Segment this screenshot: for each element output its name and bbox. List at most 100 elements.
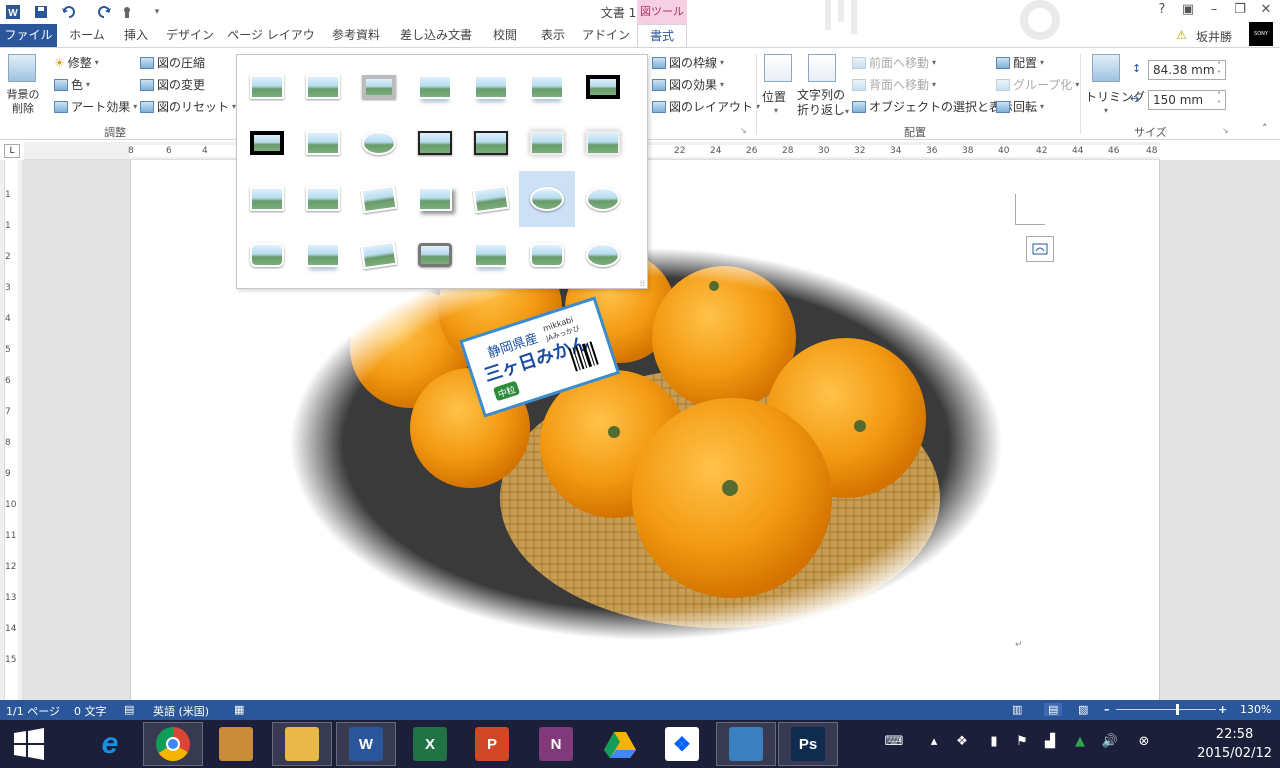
tab-insert[interactable]: 挿入 — [116, 24, 156, 48]
show-hidden-icons[interactable]: ▴ — [924, 734, 944, 754]
crop-dropdown-icon[interactable]: ▾ — [1104, 106, 1108, 115]
close-circle-icon[interactable]: ⊗ — [1134, 734, 1154, 754]
picture-style-option[interactable] — [519, 171, 575, 227]
minimize-button[interactable]: – — [1204, 2, 1224, 17]
picture-style-option[interactable] — [575, 115, 631, 171]
picture-style-option[interactable] — [463, 171, 519, 227]
zoom-out-button[interactable]: – — [1104, 703, 1110, 716]
picture-style-option[interactable] — [239, 171, 295, 227]
size-launcher-icon[interactable]: ↘ — [1222, 126, 1229, 135]
read-mode-icon[interactable]: ▥ — [1012, 703, 1022, 716]
tab-addins[interactable]: アドイン — [580, 24, 632, 48]
taskbar-photos[interactable] — [716, 722, 776, 766]
taskbar-dropbox[interactable]: ❖ — [652, 722, 712, 766]
selection-pane-button[interactable]: オブジェクトの選択と表示 — [852, 98, 1013, 115]
wrap-text-button[interactable]: 文字列の 折り返し▾ — [797, 88, 849, 119]
height-input[interactable]: 84.38 mm ˄ ˅ — [1148, 60, 1226, 80]
tab-selector[interactable]: L — [4, 144, 20, 158]
tab-review[interactable]: 校閲 — [484, 24, 526, 48]
picture-style-option[interactable] — [519, 59, 575, 115]
taskbar-powerpoint[interactable]: P — [462, 722, 522, 766]
picture-style-option[interactable] — [295, 115, 351, 171]
zoom-level[interactable]: 130% — [1240, 703, 1271, 716]
taskbar-chrome[interactable] — [143, 722, 203, 766]
taskbar-onenote[interactable]: N — [526, 722, 586, 766]
taskbar-photoshop[interactable]: Ps — [778, 722, 838, 766]
zoom-slider[interactable] — [1116, 709, 1216, 710]
taskbar-explorer[interactable] — [272, 722, 332, 766]
picture-style-option[interactable] — [239, 59, 295, 115]
word-count[interactable]: 0 文字 — [74, 703, 107, 719]
print-layout-icon[interactable]: ▤ — [1044, 703, 1063, 716]
user-avatar[interactable]: SONY — [1249, 22, 1273, 46]
align-button[interactable]: 配置 ▾ — [996, 54, 1044, 71]
picture-style-option[interactable] — [351, 115, 407, 171]
page-count[interactable]: 1/1 ページ — [6, 703, 60, 719]
picture-style-option[interactable] — [407, 115, 463, 171]
picture-style-option[interactable] — [239, 227, 295, 283]
help-button[interactable]: ? — [1152, 2, 1172, 17]
drive-tray-icon[interactable]: ▲ — [1070, 734, 1090, 754]
tab-view[interactable]: 表示 — [532, 24, 574, 48]
position-button[interactable]: 位置 — [762, 88, 786, 105]
remove-background-icon[interactable] — [8, 54, 36, 82]
layout-options-icon[interactable] — [1026, 236, 1054, 262]
send-backward-button[interactable]: 背面へ移動 ▾ — [852, 76, 936, 93]
remove-background-button[interactable]: 背景の 削除 — [4, 88, 42, 116]
tab-design[interactable]: デザイン — [162, 24, 218, 48]
resize-grip-icon[interactable]: ⁞⁞ — [640, 279, 645, 288]
picture-style-option[interactable] — [351, 171, 407, 227]
picture-style-option[interactable] — [463, 115, 519, 171]
restore-button[interactable]: ❐ — [1230, 2, 1250, 17]
picture-style-option[interactable] — [463, 227, 519, 283]
user-name[interactable]: 坂井勝 — [1196, 28, 1232, 45]
picture-style-option[interactable] — [295, 171, 351, 227]
picture-style-option[interactable] — [575, 171, 631, 227]
taskbar-word[interactable]: W — [336, 722, 396, 766]
tab-file[interactable]: ファイル — [0, 24, 57, 48]
proofing-icon[interactable]: ▤ — [124, 703, 134, 716]
picture-style-option[interactable] — [295, 227, 351, 283]
change-picture-button[interactable]: 図の変更 — [140, 76, 205, 93]
width-input[interactable]: 150 mm ˄ ˅ — [1148, 90, 1226, 110]
picture-style-option[interactable] — [407, 171, 463, 227]
picture-style-option[interactable] — [351, 227, 407, 283]
position-icon[interactable] — [764, 54, 792, 82]
taskbar-drive[interactable] — [590, 722, 650, 766]
language[interactable]: 英語 (米国) — [153, 703, 209, 719]
tab-mailings[interactable]: 差し込み文書 — [394, 24, 478, 48]
tab-format[interactable]: 書式 — [637, 24, 687, 49]
taskbar-excel[interactable]: X — [400, 722, 460, 766]
picture-border-button[interactable]: 図の枠線 ▾ — [652, 54, 724, 71]
clock[interactable]: 22:58 2015/02/12 — [1197, 725, 1272, 763]
collapse-ribbon-icon[interactable]: ˄ — [1262, 122, 1268, 135]
vertical-ruler[interactable]: 1 1 2 3 4 5 6 7 8 9 10 11 12 13 14 15 — [0, 160, 22, 700]
zoom-in-button[interactable]: + — [1218, 703, 1227, 716]
macro-icon[interactable]: ▦ — [234, 703, 244, 716]
art-effects-button[interactable]: アート効果 ▾ — [54, 98, 137, 115]
taskbar-ie[interactable]: e — [80, 722, 140, 766]
reset-picture-button[interactable]: 図のリセット ▾ — [140, 98, 236, 115]
close-button[interactable]: ✕ — [1256, 2, 1276, 17]
picture-style-option[interactable] — [407, 227, 463, 283]
picture-style-option[interactable] — [295, 59, 351, 115]
zoom-slider-thumb[interactable] — [1176, 704, 1179, 715]
position-dropdown-icon[interactable]: ▾ — [774, 106, 778, 115]
volume-icon[interactable]: 🔊 — [1100, 734, 1120, 754]
picture-style-option[interactable] — [519, 115, 575, 171]
start-button[interactable] — [12, 728, 46, 763]
group-button[interactable]: グループ化 ▾ — [996, 76, 1079, 93]
color-button[interactable]: 色 ▾ — [54, 76, 90, 93]
action-center-flag-icon[interactable]: ⚑ — [1012, 734, 1032, 754]
compress-pictures-button[interactable]: 図の圧縮 — [140, 54, 205, 71]
corrections-button[interactable]: ☀ 修整 ▾ — [54, 54, 99, 71]
picture-style-option[interactable] — [575, 227, 631, 283]
wrap-text-icon[interactable] — [808, 54, 836, 82]
picture-style-option[interactable] — [407, 59, 463, 115]
tab-home[interactable]: ホーム — [64, 24, 110, 48]
bring-forward-button[interactable]: 前面へ移動 ▾ — [852, 54, 936, 71]
battery-icon[interactable]: ▮ — [984, 734, 1004, 754]
picture-style-option[interactable] — [519, 227, 575, 283]
tab-page-layout[interactable]: ページ レイアウト — [224, 24, 318, 65]
crop-icon[interactable] — [1092, 54, 1120, 82]
